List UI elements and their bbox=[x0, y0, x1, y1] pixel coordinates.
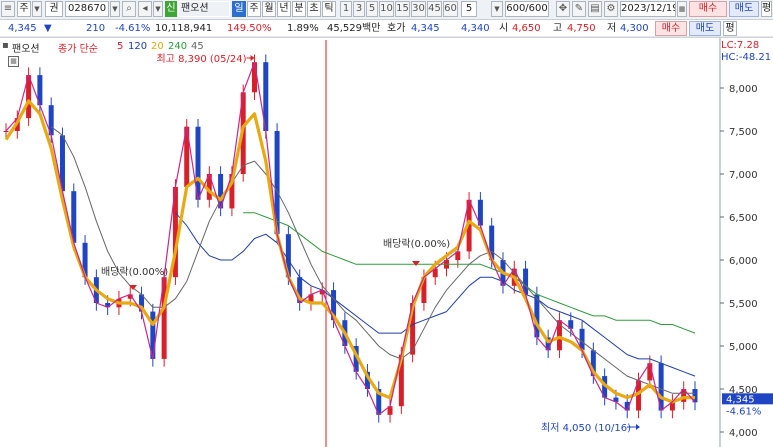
y-tick-label: 7,000 bbox=[729, 170, 758, 181]
y-tick-label: 6,000 bbox=[729, 256, 758, 267]
legend-ma-120: 120 bbox=[128, 41, 148, 52]
legend-ma-240: 240 bbox=[168, 41, 188, 52]
price-tag-rate: -4.61% bbox=[726, 406, 761, 417]
candle-body bbox=[3, 131, 9, 132]
low-arrow-icon bbox=[636, 424, 640, 430]
legend-ma-20: 20 bbox=[151, 41, 164, 52]
dividend-annotation-1: 배당락(0.00%) bbox=[101, 266, 168, 278]
legend-ma-45: 45 bbox=[191, 41, 204, 52]
hc-label: HC:-48.21 bbox=[721, 52, 771, 63]
ma-line-45 bbox=[50, 126, 695, 394]
y-tick-label: 4,000 bbox=[729, 428, 758, 439]
y-tick-label: 5,000 bbox=[729, 342, 758, 353]
legend-ma-5: 5 bbox=[117, 41, 124, 52]
y-tick-label: 7,500 bbox=[729, 127, 758, 138]
legend-stock-name: 팬오션 bbox=[12, 44, 40, 55]
grid-toggle-icon[interactable]: ▦ bbox=[8, 56, 19, 67]
dividend-marker-icon-2 bbox=[412, 261, 420, 266]
high-arrow-icon bbox=[250, 55, 255, 61]
y-tick-label: 6,500 bbox=[729, 213, 758, 224]
price-chart[interactable]: 4,0004,5005,0005,5006,0006,5007,0007,500… bbox=[0, 0, 773, 447]
low-annotation: 최저 4,050 (10/16) bbox=[541, 422, 631, 434]
price-tag-value: 4,345 bbox=[726, 394, 755, 405]
legend-handle-icon: ▪ bbox=[2, 40, 9, 51]
y-tick-label: 5,500 bbox=[729, 299, 758, 310]
legend-ma-label: 종가 단순 bbox=[58, 44, 98, 55]
high-annotation: 최고 8,390 (05/24) bbox=[156, 53, 246, 65]
ma-line-120 bbox=[175, 212, 696, 377]
y-tick-label: 8,000 bbox=[729, 84, 758, 95]
dividend-annotation-2: 배당락(0.00%) bbox=[383, 238, 450, 250]
lc-label: LC:7.28 bbox=[721, 40, 759, 51]
